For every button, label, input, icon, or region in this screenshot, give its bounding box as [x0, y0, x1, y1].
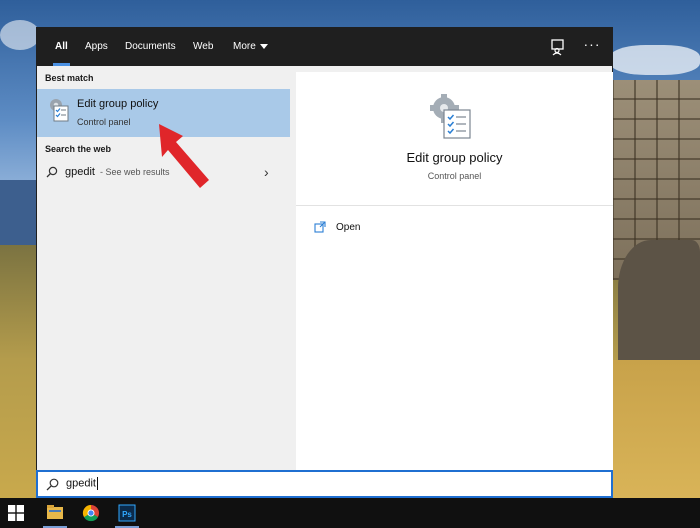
chevron-down-icon — [259, 43, 268, 49]
preview-subtitle: Control panel — [427, 171, 482, 181]
folder-icon — [47, 505, 63, 519]
best-match-heading: Best match — [45, 73, 94, 83]
web-result-term: gpedit — [65, 166, 95, 178]
best-match-title: Edit group policy — [77, 98, 159, 110]
taskbar-file-explorer[interactable] — [40, 498, 70, 528]
wallpaper-hill — [0, 180, 40, 250]
more-options-icon[interactable]: ··· — [583, 34, 601, 58]
text-caret — [96, 477, 98, 490]
taskbar: Ps — [0, 498, 700, 528]
tab-all-label: All — [55, 41, 68, 52]
search-filter-bar: All Apps Documents Web More ··· — [37, 28, 612, 66]
wallpaper-cloud — [0, 20, 40, 50]
tab-all[interactable]: All — [47, 28, 76, 66]
open-action-label: Open — [336, 222, 361, 233]
taskbar-photoshop[interactable]: Ps — [112, 498, 142, 528]
photoshop-label: Ps — [122, 510, 132, 519]
tab-apps[interactable]: Apps — [77, 28, 116, 66]
group-policy-icon — [50, 99, 69, 122]
preview-pane: Edit group policy Control panel Open — [296, 72, 613, 471]
wallpaper-boulder — [618, 240, 700, 360]
search-icon — [46, 478, 59, 491]
red-arrow-annotation — [159, 124, 209, 188]
tab-documents-label: Documents — [125, 41, 176, 52]
start-search-panel: All Apps Documents Web More ··· Best mat… — [36, 27, 613, 498]
tab-documents[interactable]: Documents — [117, 28, 184, 66]
tab-more-label: More — [233, 41, 256, 52]
taskbar-chrome[interactable] — [76, 498, 106, 528]
feedback-icon[interactable] — [550, 38, 568, 56]
search-input-value: gpedit — [66, 477, 96, 490]
search-box[interactable]: gpedit — [36, 470, 613, 498]
divider — [296, 205, 613, 206]
chrome-icon — [82, 504, 99, 522]
wallpaper-cloud — [610, 45, 700, 75]
tab-web-label: Web — [193, 41, 214, 52]
search-web-heading: Search the web — [45, 144, 112, 154]
tab-more[interactable]: More — [225, 28, 276, 66]
search-icon — [46, 166, 58, 178]
open-icon — [314, 221, 326, 233]
tab-apps-label: Apps — [85, 41, 108, 52]
search-input[interactable]: gpedit — [66, 477, 98, 490]
photoshop-icon: Ps — [118, 504, 136, 522]
tab-web[interactable]: Web — [185, 28, 221, 66]
windows-start-icon[interactable] — [8, 505, 24, 521]
best-match-subtitle: Control panel — [77, 117, 131, 127]
chevron-right-icon[interactable]: › — [264, 164, 269, 180]
preview-title: Edit group policy — [406, 150, 503, 165]
wallpaper-grass — [612, 360, 700, 500]
group-policy-large-icon — [430, 94, 471, 139]
